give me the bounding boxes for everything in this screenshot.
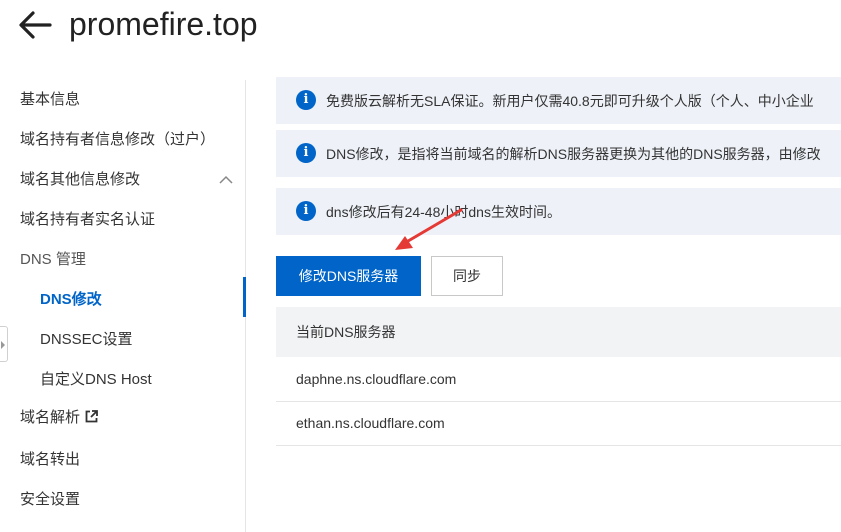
modify-dns-server-button[interactable]: 修改DNS服务器 xyxy=(276,256,421,296)
notice-dns-modify: i DNS修改，是指将当前域名的解析DNS服务器更换为其他的DNS服务器，由修改 xyxy=(276,130,841,177)
sync-button[interactable]: 同步 xyxy=(431,256,503,296)
notice-text: DNS修改，是指将当前域名的解析DNS服务器更换为其他的DNS服务器，由修改 xyxy=(326,146,821,162)
dns-table-header: 当前DNS服务器 xyxy=(276,307,841,357)
column-header: 当前DNS服务器 xyxy=(296,324,396,340)
info-icon: i xyxy=(296,201,316,221)
page-title: promefire.top xyxy=(69,6,258,42)
page-header: promefire.top xyxy=(0,0,841,60)
sidebar-item-custom-dns-host[interactable]: 自定义DNS Host xyxy=(40,370,152,390)
table-row: daphne.ns.cloudflare.com xyxy=(276,358,841,402)
notice-propagation: i dns修改后有24-48小时dns生效时间。 xyxy=(276,188,841,235)
sidebar-item-security[interactable]: 安全设置 xyxy=(20,490,80,510)
sidebar-item-realname-auth[interactable]: 域名持有者实名认证 xyxy=(20,210,155,230)
sidebar-item-other-info[interactable]: 域名其他信息修改 xyxy=(20,170,140,190)
info-icon: i xyxy=(296,143,316,163)
sidebar-item-label: 域名解析 xyxy=(20,409,81,426)
sidebar-item-dns-modify[interactable]: DNS修改 xyxy=(40,290,102,310)
dns-server-value: daphne.ns.cloudflare.com xyxy=(296,371,457,387)
active-indicator xyxy=(243,277,246,317)
notice-sla: i 免费版云解析无SLA保证。新用户仅需40.8元即可升级个人版（个人、中小企业 xyxy=(276,77,841,124)
info-icon: i xyxy=(296,90,316,110)
notice-text: 免费版云解析无SLA保证。新用户仅需40.8元即可升级个人版（个人、中小企业 xyxy=(326,93,814,109)
sidebar-item-basic-info[interactable]: 基本信息 xyxy=(20,90,80,110)
annotation-arrow-icon xyxy=(395,208,463,250)
sidebar: 基本信息 域名持有者信息修改（过户） 域名其他信息修改 域名持有者实名认证 DN… xyxy=(0,80,246,532)
sidebar-item-domain-resolve[interactable]: 域名解析 xyxy=(20,408,98,428)
sidebar-item-holder-change[interactable]: 域名持有者信息修改（过户） xyxy=(20,130,215,150)
sidebar-item-dnssec[interactable]: DNSSEC设置 xyxy=(40,330,133,350)
external-link-icon xyxy=(85,410,98,423)
sidebar-item-transfer-out[interactable]: 域名转出 xyxy=(20,450,80,470)
sidebar-item-dns-management[interactable]: DNS 管理 xyxy=(20,250,86,270)
chevron-up-icon[interactable] xyxy=(219,175,233,185)
sidebar-collapse-handle[interactable] xyxy=(0,326,8,362)
dns-server-value: ethan.ns.cloudflare.com xyxy=(296,415,445,431)
back-arrow-icon[interactable] xyxy=(18,10,52,40)
table-row: ethan.ns.cloudflare.com xyxy=(276,402,841,446)
